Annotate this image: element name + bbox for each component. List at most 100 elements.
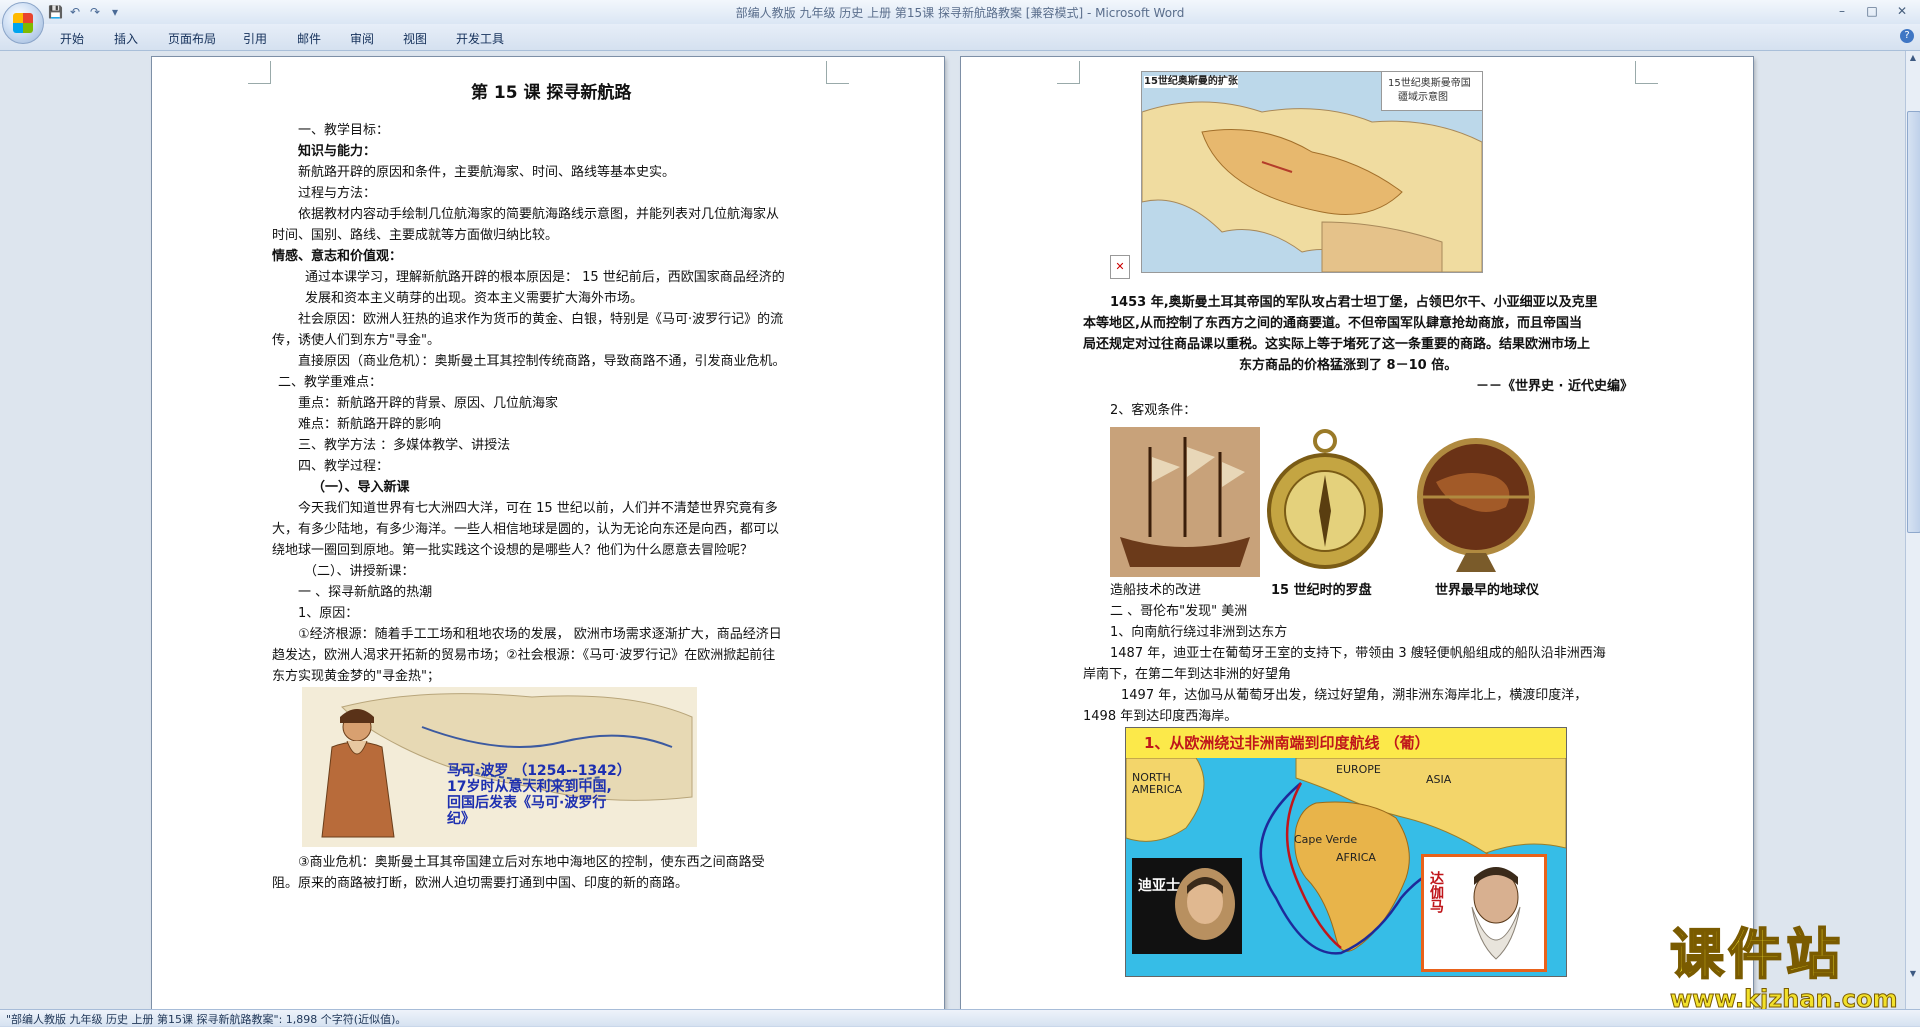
- maximize-button[interactable]: □: [1858, 2, 1886, 20]
- marco-polo-caption: 回国后发表《马可·波罗行: [447, 795, 607, 811]
- close-button[interactable]: ✕: [1888, 2, 1916, 20]
- office-logo-icon: [13, 13, 33, 33]
- text-line: 绕地球一圈回到原地。第一批实践这个设想的是哪些人？他们为什么愿意去冒险呢？: [272, 543, 754, 558]
- da-gama-label: 达伽马: [1428, 871, 1444, 913]
- text-line: 二 、哥伦布"发现" 美洲: [1110, 604, 1248, 619]
- ships-illustration: [1110, 427, 1260, 577]
- map-title: 15世纪奥斯曼的扩张: [1144, 76, 1238, 88]
- marco-polo-map-image: 马可·波罗 （1254--1342） 17岁时从意大利来到中国, 回国后发表《马…: [302, 687, 697, 847]
- tab-home[interactable]: 开始: [60, 30, 84, 47]
- tab-developer[interactable]: 开发工具: [456, 30, 504, 47]
- text-line: 一 、探寻新航路的热潮: [298, 585, 433, 600]
- lesson-title: 第 15 课 探寻新航路: [471, 83, 632, 103]
- window-title: 部编人教版 九年级 历史 上册 第15课 探寻新航路教案 [兼容模式] - Mi…: [735, 6, 1185, 20]
- quote-line: 东方商品的价格猛涨到了 8－10 倍。: [1239, 358, 1458, 373]
- text-line: 知识与能力：: [298, 144, 377, 159]
- text-line: 1、原因：: [298, 606, 359, 621]
- text-line: 1487 年，迪亚士在葡萄牙王室的支持下，带领由 3 艘轻便帆船组成的船队沿非洲…: [1110, 646, 1606, 661]
- crop-mark: [1057, 61, 1080, 84]
- text-line: 直接原因（商业危机）：奥斯曼土耳其控制传统商路，导致商路不通，引发商业危机。: [298, 354, 786, 369]
- text-line: 重点：新航路开辟的背景、原因、几位航海家: [298, 396, 559, 411]
- crop-mark: [826, 61, 849, 84]
- text-line: （二）、讲授新课：: [304, 564, 415, 579]
- broken-image-icon: ✕: [1110, 255, 1130, 279]
- quote-line: 1453 年,奥斯曼土耳其帝国的军队攻占君士坦丁堡，占领巴尔干、小亚细亚以及克里: [1110, 295, 1598, 310]
- text-line: 阻。原来的商路被打断，欧洲人迫切需要打通到中国、印度的新的商路。: [272, 876, 689, 891]
- text-line: 发展和资本主义萌芽的出现。资本主义需要扩大海外市场。: [305, 291, 644, 306]
- text-line: 岸南下，在第二年到达非洲的好望角: [1083, 667, 1292, 682]
- scroll-down-icon[interactable]: ▼: [1906, 967, 1920, 981]
- text-line: 依据教材内容动手绘制几位航海家的简要航海路线示意图，并能列表对几位航海家从: [298, 207, 780, 222]
- text-line: 三、教学方法 ：多媒体教学、讲授法: [298, 438, 511, 453]
- map-label-north-america: NORTH AMERICA: [1132, 771, 1183, 796]
- globe-illustration: [1417, 438, 1535, 572]
- tab-page-layout[interactable]: 页面布局: [168, 30, 216, 47]
- da-gama-face-illustration: [1471, 867, 1521, 960]
- text-line: 新航路开辟的原因和条件，主要航海家、时间、路线等基本史实。: [298, 165, 676, 180]
- portuguese-route-map-image: 1、从欧洲绕过非洲南端到印度航线 （葡） NORTH AMERICA EUROP…: [1125, 727, 1567, 977]
- marco-polo-caption: 17岁时从意大利来到中国,: [447, 779, 612, 795]
- marco-polo-caption: 纪》: [447, 811, 475, 827]
- text-line: 东方实现黄金梦的"寻金热"；: [272, 669, 440, 684]
- text-line: 四、教学过程：: [298, 459, 390, 474]
- text-line: 大，有多少陆地，有多少海洋。一些人相信地球是圆的，认为无论向东还是向西，都可以: [272, 522, 780, 537]
- text-line: 1、向南航行绕过非洲到达东方: [1110, 625, 1288, 640]
- text-line: 通过本课学习，理解新航路开辟的根本原因是： 15 世纪前后，西欧国家商品经济的: [305, 270, 785, 285]
- office-button[interactable]: [2, 2, 44, 44]
- tab-view[interactable]: 视图: [403, 30, 427, 47]
- ottoman-empire-map-image: 15世纪奥斯曼的扩张 15世纪奥斯曼帝国 疆域示意图: [1141, 71, 1483, 273]
- image-caption: 世界最早的地球仪: [1435, 583, 1540, 598]
- map-legend-line: 15世纪奥斯曼帝国: [1388, 78, 1471, 89]
- quote-line: 本等地区,从而控制了东西方之间的通商要道。不但帝国军队肆意抢劫商旅，而且帝国当: [1083, 316, 1582, 331]
- text-line: 1498 年到达印度西海岸。: [1083, 709, 1238, 724]
- text-line: 过程与方法：: [298, 186, 377, 201]
- map-label-cape-verde: Cape Verde: [1294, 833, 1358, 846]
- scrollbar-thumb[interactable]: [1907, 111, 1920, 533]
- globe-image: [1406, 427, 1546, 577]
- dias-face-illustration: [1175, 868, 1235, 940]
- tab-references[interactable]: 引用: [243, 30, 267, 47]
- scroll-up-icon[interactable]: ▲: [1906, 51, 1920, 65]
- vertical-scrollbar[interactable]: ▲ ▼: [1905, 51, 1920, 1009]
- text-line: 时间、国别、路线、主要成就等方面做归纳比较。: [272, 228, 559, 243]
- tab-insert[interactable]: 插入: [114, 30, 138, 47]
- dias-portrait: 迪亚士: [1132, 858, 1242, 954]
- document-workspace[interactable]: 第 15 课 探寻新航路 一、教学目标： 知识与能力： 新航路开辟的原因和条件，…: [0, 51, 1906, 1009]
- text-line: 二、教学重难点：: [278, 375, 383, 390]
- map-label-africa: AFRICA: [1336, 851, 1376, 864]
- marco-polo-caption: 马可·波罗 （1254--1342）: [447, 763, 631, 779]
- watermark-logo: 课件站: [1669, 923, 1844, 986]
- text-line: 1497 年，达伽马从葡萄牙出发，绕过好望角，溯非洲东海岸北上，横渡印度洋，: [1121, 688, 1588, 703]
- help-icon[interactable]: ?: [1900, 29, 1914, 43]
- compass-image: [1265, 425, 1385, 577]
- shipbuilding-image: [1110, 427, 1260, 577]
- text-line: 2、客观条件：: [1110, 403, 1197, 418]
- text-line: （一）、导入新课: [312, 480, 410, 495]
- text-line: 趋发达，欧洲人渴求开拓新的贸易市场；②社会根源：《马可·波罗行记》在欧洲掀起前往: [272, 648, 776, 663]
- title-bar: 💾 ↶ ↷ ▾ 部编人教版 九年级 历史 上册 第15课 探寻新航路教案 [兼容…: [0, 0, 1920, 25]
- ribbon-tabs: 开始 插入 页面布局 引用 邮件 审阅 视图 开发工具 ?: [0, 24, 1920, 51]
- status-bar: "部编人教版 九年级 历史 上册 第15课 探寻新航路教案": 1,898 个字…: [0, 1009, 1920, 1026]
- image-caption: 15 世纪时的罗盘: [1271, 583, 1372, 598]
- map-label-europe: EUROPE: [1336, 763, 1381, 776]
- map-legend-box: 15世纪奥斯曼帝国 疆域示意图: [1381, 72, 1482, 111]
- route-map-title: 1、从欧洲绕过非洲南端到印度航线 （葡）: [1144, 734, 1430, 752]
- quote-source: －－《世界史 · 近代史编》: [1476, 379, 1633, 394]
- text-line: 传，诱使人们到东方"寻金"。: [272, 333, 440, 348]
- text-line: 一、教学目标：: [298, 123, 390, 138]
- tab-mailings[interactable]: 邮件: [297, 30, 321, 47]
- text-line: ③商业危机：奥斯曼土耳其帝国建立后对东地中海地区的控制，使东西之间商路受: [298, 855, 765, 870]
- text-line: 难点：新航路开辟的影响: [298, 417, 442, 432]
- page-right[interactable]: 15世纪奥斯曼的扩张 15世纪奥斯曼帝国 疆域示意图 ✕ 1453 年,奥斯曼土…: [961, 57, 1753, 1009]
- map-label-asia: ASIA: [1426, 773, 1452, 786]
- watermark: 课件站 www.kjzhan.com: [1669, 923, 1902, 1014]
- text-line: ①经济根源：随着手工工场和租地农场的发展， 欧洲市场需求逐渐扩大，商品经济日: [298, 627, 782, 642]
- text-line: 情感、意志和价值观：: [272, 249, 403, 264]
- page-left[interactable]: 第 15 课 探寻新航路 一、教学目标： 知识与能力： 新航路开辟的原因和条件，…: [152, 57, 944, 1009]
- map-legend-line: 疆域示意图: [1398, 92, 1448, 103]
- text-line: 今天我们知道世界有七大洲四大洋，可在 15 世纪以前，人们并不清楚世界究竟有多: [298, 501, 778, 516]
- crop-mark: [1635, 61, 1658, 84]
- crop-mark: [248, 61, 271, 84]
- tab-review[interactable]: 审阅: [350, 30, 374, 47]
- minimize-button[interactable]: –: [1828, 2, 1856, 20]
